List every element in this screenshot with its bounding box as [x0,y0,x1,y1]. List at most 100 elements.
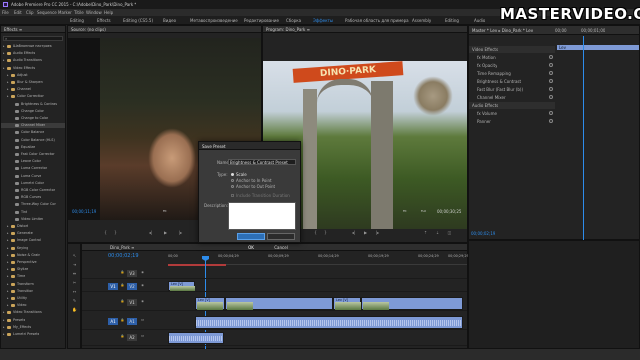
preset-name-field[interactable]: Brightness & Contrast Preset [228,159,296,165]
mark-out-icon[interactable]: } [323,230,328,235]
effect-controls-row[interactable]: fx Motion [469,54,555,61]
effects-tree-item[interactable]: ▸ Keying [1,246,65,251]
disclosure-triangle-icon[interactable]: ▸ [3,51,5,55]
effect-controls-tab[interactable]: Master * Lev ▸ Dino_Park * Lev [472,28,533,33]
track-select-tool-icon[interactable]: ⇥ [72,262,77,267]
disclosure-triangle-icon[interactable]: ▸ [7,238,9,242]
menu-marker[interactable]: Marker [58,10,72,15]
extract-icon[interactable]: ⇣ [435,230,440,235]
dialog-titlebar[interactable]: Save Preset [199,142,300,150]
effects-tree-item[interactable]: Change Color [1,109,65,114]
disclosure-triangle-icon[interactable]: ▸ [7,80,9,84]
mute-icon[interactable]: M [140,334,145,339]
eye-icon[interactable]: ◉ [140,270,145,275]
effects-tree-item[interactable]: ▸ Video Effects [1,66,65,71]
effects-tree-item[interactable]: ▸ Generate [1,231,65,236]
effects-tree-item[interactable]: ▸ Time [1,274,65,279]
effects-tree-item[interactable]: ▸ Audio Effects [1,51,65,56]
effect-controls-row[interactable]: Brightness & Contrast [469,78,555,85]
menu-window[interactable]: Window [86,10,102,15]
program-monitor-tab[interactable]: Program: Dino_Park ≡ [266,27,310,32]
effects-tree-item[interactable]: ▸ Noise & Grain [1,253,65,258]
effect-controls-row[interactable]: fx Volume [469,110,555,117]
effects-tree-item[interactable]: ▸ My_Effects [1,325,65,330]
menu-title[interactable]: Titile [74,10,84,15]
lock-icon[interactable]: 🔒 [120,334,125,339]
disclosure-triangle-icon[interactable]: ▸ [3,332,5,336]
reset-icon[interactable] [549,95,553,99]
timeline-clip[interactable] [225,297,333,310]
menu-sequence[interactable]: Sequence [37,10,57,15]
step-back-icon[interactable]: ◂| [351,230,356,235]
effects-tree-item[interactable]: Three-Way Color Cor [1,202,65,207]
workspace-tab[interactable]: Видео [163,18,176,23]
effect-controls-row[interactable]: Panner [469,118,555,125]
effects-tree-item[interactable]: ▸ Image Control [1,238,65,243]
source-patch[interactable]: A1 [108,318,118,325]
disclosure-triangle-icon[interactable]: ▸ [7,296,9,300]
effects-tree-item[interactable]: ▸ Utility [1,296,65,301]
effects-tree-item[interactable]: ▸ Channel [1,87,65,92]
radio-anchor-out[interactable] [231,185,234,188]
effects-tree-item[interactable]: Fast Color Corrector [1,152,65,157]
workspace-tab[interactable]: Editing [445,18,459,23]
play-icon[interactable]: ▶ [363,230,368,235]
effects-tree-item[interactable]: ▸ Шаблонные настроек [1,44,65,49]
effect-controls-row[interactable]: Time Remapping [469,70,555,77]
disclosure-triangle-icon[interactable]: ▸ [7,253,9,257]
disclosure-triangle-icon[interactable]: ▸ [7,289,9,293]
workspace-tab[interactable]: Рабочая область для примера [345,18,409,23]
effects-panel-tab[interactable]: Effects ≡ [4,27,22,32]
effect-controls-row[interactable]: fx Opacity [469,62,555,69]
mute-icon[interactable]: M [140,318,145,323]
step-forward-icon[interactable]: |▸ [178,230,183,235]
lock-icon[interactable]: 🔒 [120,299,125,304]
workspace-tab[interactable]: Метавоспроизведение [190,18,238,23]
effects-tree-item[interactable]: Video Limiter [1,217,65,222]
radio-scale[interactable] [231,173,234,176]
effects-tree-item[interactable]: ▸ Presets [1,318,65,323]
description-textarea[interactable] [228,202,296,230]
effects-tree-item[interactable]: ▸ Transform [1,282,65,287]
effects-tree-item[interactable]: Change to Color [1,116,65,121]
mark-in-icon[interactable]: { [103,230,108,235]
work-area-bar[interactable] [168,264,226,266]
effects-tree-item[interactable]: ▸ Stylize [1,267,65,272]
effects-tree-item[interactable]: ▸ Audio Transitions [1,58,65,63]
selection-tool-icon[interactable]: ↖ [72,253,77,258]
timeline-timecode[interactable]: 00;00;02;19 [108,253,139,259]
effects-tree-item[interactable]: Equalize [1,145,65,150]
effect-controls-row[interactable]: Channel Mixer [469,94,555,101]
slip-tool-icon[interactable]: ↔ [72,289,77,294]
ok-button[interactable]: OK [237,233,265,250]
effects-tree-item[interactable]: Brightness & Contras [1,102,65,107]
effects-tree-item[interactable]: Luma Curve [1,174,65,179]
source-zoom[interactable]: Fit [163,209,167,214]
effects-tree-item[interactable]: ▸ Blur & Sharpen [1,80,65,85]
reset-icon[interactable] [549,71,553,75]
mark-out-icon[interactable]: } [113,230,118,235]
disclosure-triangle-icon[interactable]: ▸ [7,303,9,307]
timeline-clip[interactable] [361,297,463,310]
reset-icon[interactable] [549,119,553,123]
effects-tree-item[interactable]: ▸ Transition [1,289,65,294]
effects-tree-item[interactable]: Channel Mixer [1,123,65,129]
effect-controls-row[interactable]: Video Effects [469,46,555,53]
effects-tree-item[interactable]: Tint [1,210,65,215]
program-resolution[interactable]: Full [421,209,426,214]
disclosure-triangle-icon[interactable]: ▸ [7,231,9,235]
track-name[interactable]: A1 [127,318,137,325]
workspace-tab-active[interactable]: Эффекты [313,18,333,23]
disclosure-triangle-icon[interactable]: ▸ [3,44,5,48]
menu-edit[interactable]: Edit [14,10,22,15]
effect-controls-row[interactable]: Audio Effects [469,102,555,109]
disclosure-triangle-icon[interactable]: ▸ [7,274,9,278]
effects-tree-item[interactable]: ▸ Video Transitions [1,310,65,315]
reset-icon[interactable] [549,111,553,115]
ripple-edit-tool-icon[interactable]: ⇹ [72,271,77,276]
cancel-button[interactable]: Cancel [267,233,295,250]
mark-in-icon[interactable]: { [313,230,318,235]
workspace-tab[interactable]: Сборка [286,18,301,23]
track-name[interactable]: A2 [127,334,137,341]
eye-icon[interactable]: ◉ [140,299,145,304]
